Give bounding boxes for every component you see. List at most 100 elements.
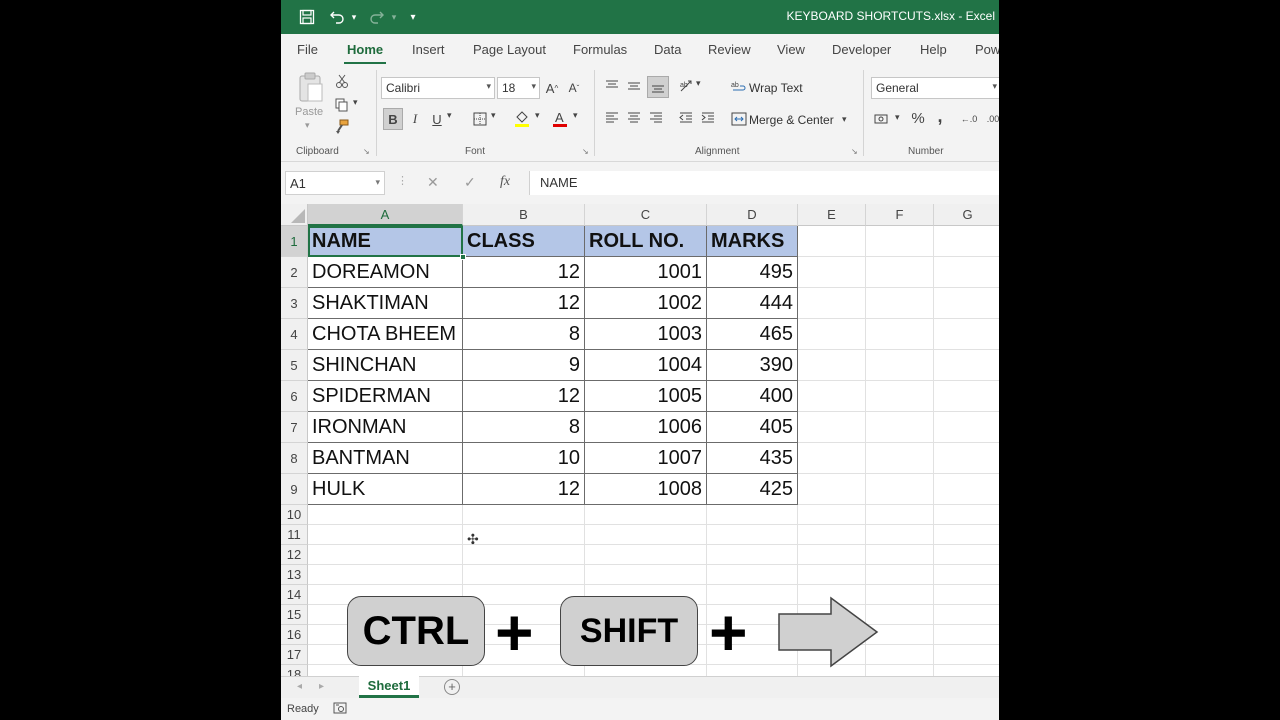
increase-indent-icon[interactable] — [699, 108, 717, 128]
paste-dropdown-icon[interactable]: ▾ — [305, 120, 310, 131]
grid-cell[interactable] — [934, 412, 999, 443]
align-center-icon[interactable] — [625, 108, 643, 128]
row-header-8[interactable]: 8 — [281, 443, 308, 474]
column-header-c[interactable]: C — [585, 204, 707, 226]
borders-dropdown-icon[interactable]: ▾ — [491, 110, 496, 121]
table-cell[interactable]: 1004 — [585, 350, 707, 381]
grid-cell[interactable] — [934, 350, 999, 381]
tab-help[interactable]: Help — [920, 42, 947, 57]
column-header-e[interactable]: E — [798, 204, 866, 226]
select-all-corner[interactable] — [281, 204, 308, 226]
table-cell[interactable]: 444 — [707, 288, 798, 319]
orientation-dropdown-icon[interactable]: ▾ — [696, 78, 701, 89]
grid-cell[interactable] — [463, 565, 585, 585]
row-header-9[interactable]: 9 — [281, 474, 308, 505]
alignment-launcher-icon[interactable]: ↘ — [851, 147, 858, 156]
grid-cell[interactable] — [934, 665, 999, 676]
table-cell[interactable]: 425 — [707, 474, 798, 505]
grid-cell[interactable] — [798, 226, 866, 257]
grid-cell[interactable] — [934, 605, 999, 625]
cancel-icon[interactable]: ✕ — [427, 174, 439, 191]
grid-cell[interactable] — [308, 565, 463, 585]
align-right-icon[interactable] — [647, 108, 665, 128]
scroll-right-icon[interactable]: ▸ — [319, 681, 324, 692]
tab-file[interactable]: File — [297, 42, 318, 57]
tab-developer[interactable]: Developer — [832, 42, 891, 57]
grid-cell[interactable] — [866, 381, 934, 412]
table-cell[interactable]: 400 — [707, 381, 798, 412]
grid-cell[interactable] — [463, 505, 585, 525]
table-header-name[interactable]: NAME — [308, 226, 463, 257]
grid-cell[interactable] — [707, 565, 798, 585]
table-header-marks[interactable]: MARKS — [707, 226, 798, 257]
save-icon[interactable] — [297, 7, 317, 27]
grid-cell[interactable] — [934, 257, 999, 288]
italic-button[interactable]: I — [407, 108, 423, 130]
grid-cell[interactable] — [934, 226, 999, 257]
align-left-icon[interactable] — [603, 108, 621, 128]
table-cell[interactable]: 9 — [463, 350, 585, 381]
row-header-15[interactable]: 15 — [281, 605, 308, 625]
fill-color-dropdown-icon[interactable]: ▾ — [535, 110, 540, 121]
middle-align-icon[interactable] — [625, 76, 643, 96]
grid-cell[interactable] — [798, 288, 866, 319]
row-header-18[interactable]: 18 — [281, 665, 308, 676]
grid-cell[interactable] — [707, 545, 798, 565]
column-header-b[interactable]: B — [463, 204, 585, 226]
tab-power[interactable]: Pow — [975, 42, 999, 57]
table-cell[interactable]: 1006 — [585, 412, 707, 443]
underline-dropdown-icon[interactable]: ▾ — [447, 110, 452, 121]
copy-icon[interactable] — [333, 96, 351, 114]
merge-dropdown-icon[interactable]: ▾ — [842, 114, 847, 125]
row-header-13[interactable]: 13 — [281, 565, 308, 585]
grid-cell[interactable] — [308, 525, 463, 545]
row-header-5[interactable]: 5 — [281, 350, 308, 381]
tab-view[interactable]: View — [777, 42, 805, 57]
grid-cell[interactable] — [585, 665, 707, 676]
bottom-align-icon[interactable] — [647, 76, 669, 98]
column-header-d[interactable]: D — [707, 204, 798, 226]
row-header-4[interactable]: 4 — [281, 319, 308, 350]
grid-cell[interactable] — [585, 545, 707, 565]
tab-data[interactable]: Data — [654, 42, 681, 57]
table-cell[interactable]: 1005 — [585, 381, 707, 412]
grid-cell[interactable] — [463, 545, 585, 565]
name-box[interactable]: A1 ▾ — [285, 171, 385, 195]
wrap-text-icon[interactable]: ab — [730, 78, 748, 96]
formula-input[interactable]: NAME — [529, 171, 999, 195]
grid-cell[interactable] — [585, 505, 707, 525]
orientation-icon[interactable]: ab — [677, 76, 697, 96]
tab-insert[interactable]: Insert — [412, 42, 445, 57]
grid-cell[interactable] — [866, 226, 934, 257]
table-cell[interactable]: 390 — [707, 350, 798, 381]
scroll-left-icon[interactable]: ◂ — [297, 681, 302, 692]
row-header-7[interactable]: 7 — [281, 412, 308, 443]
insert-function-button[interactable]: fx — [500, 174, 510, 190]
grid-cell[interactable] — [463, 525, 585, 545]
row-header-6[interactable]: 6 — [281, 381, 308, 412]
grid-cell[interactable] — [798, 381, 866, 412]
grid-cell[interactable] — [934, 645, 999, 665]
table-header-roll-no[interactable]: ROLL NO. — [585, 226, 707, 257]
table-cell[interactable]: 1002 — [585, 288, 707, 319]
row-header-3[interactable]: 3 — [281, 288, 308, 319]
column-header-a[interactable]: A — [308, 204, 463, 226]
grid-cell[interactable] — [308, 505, 463, 525]
table-cell[interactable]: SHINCHAN — [308, 350, 463, 381]
tab-formulas[interactable]: Formulas — [573, 42, 627, 57]
row-header-12[interactable]: 12 — [281, 545, 308, 565]
grid-cell[interactable] — [866, 412, 934, 443]
table-cell[interactable]: 405 — [707, 412, 798, 443]
table-cell[interactable]: 12 — [463, 474, 585, 505]
font-color-icon[interactable]: A — [551, 108, 569, 130]
table-cell[interactable]: 8 — [463, 319, 585, 350]
grid-cell[interactable] — [308, 545, 463, 565]
grid-cell[interactable] — [934, 525, 999, 545]
tab-home[interactable]: Home — [347, 42, 383, 57]
table-cell[interactable]: 1007 — [585, 443, 707, 474]
column-header-f[interactable]: F — [866, 204, 934, 226]
top-align-icon[interactable] — [603, 76, 621, 96]
table-cell[interactable]: 465 — [707, 319, 798, 350]
grid-cell[interactable] — [866, 505, 934, 525]
row-header-10[interactable]: 10 — [281, 505, 308, 525]
